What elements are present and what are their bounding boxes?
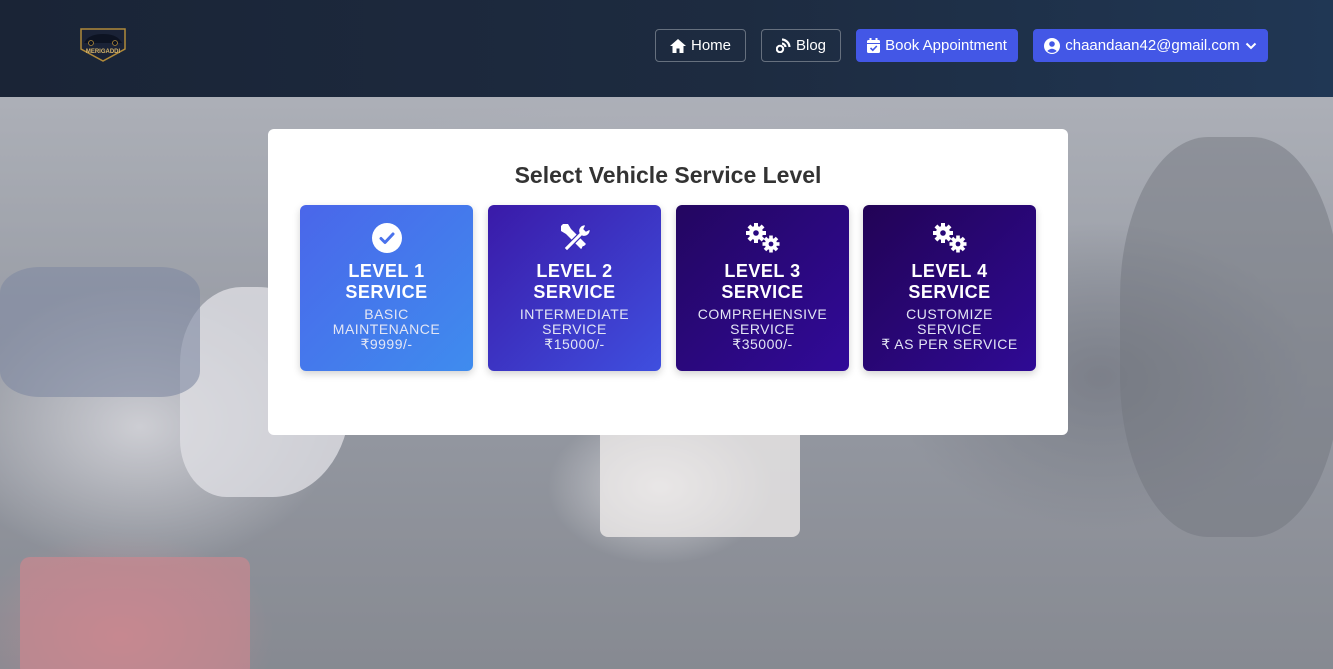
engine-hose-shape <box>1120 137 1333 537</box>
book-appointment-button[interactable]: Book Appointment <box>856 29 1018 62</box>
card-level: LEVEL 2 <box>536 261 613 281</box>
service-card-level-4[interactable]: LEVEL 4 SERVICE CUSTOMIZE SERVICE ₹ AS P… <box>863 205 1036 371</box>
card-service: SERVICE <box>345 282 428 302</box>
card-service: SERVICE <box>533 282 616 302</box>
service-card-level-1[interactable]: LEVEL 1 SERVICE BASIC MAINTENANCE ₹9999/… <box>300 205 473 371</box>
svg-text:MERIGADDI: MERIGADDI <box>86 49 121 55</box>
brand-logo[interactable]: MERIGADDI <box>77 27 129 63</box>
card-level: LEVEL 3 <box>724 261 801 281</box>
navbar: MERIGADDI Home Blog Book Appointment cha… <box>0 0 1333 97</box>
card-heading: LEVEL 3 SERVICE <box>676 261 849 303</box>
card-price: ₹35000/- <box>732 336 793 352</box>
card-level: LEVEL 4 <box>911 261 988 281</box>
card-desc-line-2: MAINTENANCE <box>332 321 441 337</box>
card-description: COMPREHENSIVE SERVICE ₹35000/- <box>676 307 849 352</box>
card-desc-line-2: SERVICE <box>730 321 795 337</box>
chevron-down-icon <box>1245 42 1257 50</box>
blog-label: Blog <box>795 37 827 54</box>
tools-icon <box>488 221 661 255</box>
home-icon <box>669 38 686 53</box>
user-circle-icon <box>1044 37 1061 54</box>
user-email: chaandaan42@gmail.com <box>1065 37 1240 54</box>
panel-title: Select Vehicle Service Level <box>514 162 822 188</box>
card-service: SERVICE <box>721 282 804 302</box>
engine-part-shape <box>0 267 200 397</box>
user-menu-button[interactable]: chaandaan42@gmail.com <box>1033 29 1268 62</box>
engine-label-shape <box>600 427 800 537</box>
service-card-level-2[interactable]: LEVEL 2 SERVICE INTERMEDIATE SERVICE ₹15… <box>488 205 661 371</box>
card-description: INTERMEDIATE SERVICE ₹15000/- <box>488 307 661 352</box>
blog-button[interactable]: Blog <box>761 29 841 62</box>
card-heading: LEVEL 1 SERVICE <box>300 261 473 303</box>
card-price: ₹ AS PER SERVICE <box>881 336 1018 352</box>
service-level-panel: Select Vehicle Service Level LEVEL 1 SER… <box>268 129 1068 435</box>
gears-icon <box>863 221 1036 255</box>
engine-cap-shape <box>20 557 250 669</box>
check-circle-icon <box>300 221 473 255</box>
card-description: CUSTOMIZE SERVICE ₹ AS PER SERVICE <box>863 307 1036 352</box>
card-price: ₹9999/- <box>360 336 413 352</box>
card-desc-line-2: SERVICE <box>542 321 607 337</box>
card-desc-line-1: COMPREHENSIVE <box>697 306 828 322</box>
gears-icon <box>676 221 849 255</box>
card-service: SERVICE <box>908 282 991 302</box>
card-level: LEVEL 1 <box>348 261 425 281</box>
home-label: Home <box>690 37 731 54</box>
calendar-check-icon <box>867 38 881 53</box>
card-heading: LEVEL 2 SERVICE <box>488 261 661 303</box>
blog-icon <box>775 38 791 53</box>
card-heading: LEVEL 4 SERVICE <box>863 261 1036 303</box>
service-card-level-3[interactable]: LEVEL 3 SERVICE COMPREHENSIVE SERVICE ₹3… <box>676 205 849 371</box>
card-desc-line-1: INTERMEDIATE <box>519 306 630 322</box>
card-desc-line-1: BASIC <box>364 306 409 322</box>
card-price: ₹15000/- <box>544 336 605 352</box>
book-appointment-label: Book Appointment <box>885 37 1007 54</box>
card-desc-line-2: SERVICE <box>917 321 982 337</box>
card-desc-line-1: CUSTOMIZE <box>906 306 993 322</box>
card-description: BASIC MAINTENANCE ₹9999/- <box>300 307 473 352</box>
home-button[interactable]: Home <box>655 29 746 62</box>
